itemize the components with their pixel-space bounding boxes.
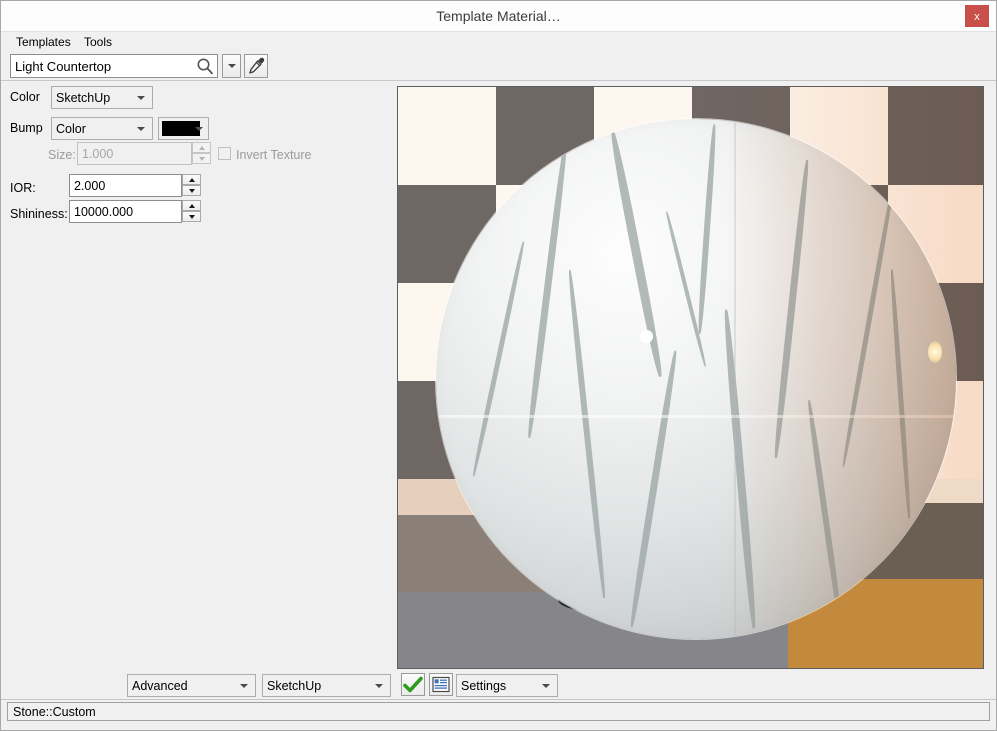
settings-select[interactable]: Settings <box>456 674 558 697</box>
window-title: Template Material… <box>436 8 561 24</box>
spinner-up-button[interactable] <box>192 142 211 153</box>
preview-sphere <box>436 119 956 639</box>
bump-size-input[interactable] <box>77 142 192 165</box>
spinner-up-button[interactable] <box>182 200 201 211</box>
bump-source-select[interactable]: Color <box>51 117 153 140</box>
status-text: Stone::Custom <box>7 702 990 721</box>
invert-texture-checkbox[interactable] <box>218 147 231 160</box>
bump-color-swatch-button[interactable] <box>158 117 209 140</box>
spinner-down-button[interactable] <box>182 211 201 222</box>
spinner-down-button[interactable] <box>182 185 201 196</box>
chevron-down-icon <box>195 126 203 131</box>
list-details-icon <box>432 676 450 693</box>
sphere-rim-shading <box>436 119 956 639</box>
menu-item-tools[interactable]: Tools <box>79 34 117 51</box>
material-parameters-panel: Color SketchUp Bump Color Size: Invert T <box>1 82 395 665</box>
status-bar: Stone::Custom <box>1 700 996 730</box>
rim-specular-highlight <box>928 341 942 363</box>
eyedropper-icon <box>249 57 265 74</box>
material-preview-render[interactable] <box>397 86 984 669</box>
details-list-button[interactable] <box>429 673 453 696</box>
ior-spinner[interactable] <box>182 174 201 197</box>
specular-highlight <box>640 330 653 343</box>
invert-texture-label: Invert Texture <box>236 148 312 162</box>
template-material-window: Template Material… x Templates Tools Lig… <box>0 0 997 731</box>
template-search-box <box>10 54 218 78</box>
bump-label: Bump <box>10 121 43 135</box>
bottom-toolbar: Advanced SketchUp Settings <box>1 669 996 700</box>
size-label: Size: <box>48 148 76 162</box>
eyedropper-button[interactable] <box>244 54 268 78</box>
shininess-input[interactable] <box>69 200 182 223</box>
title-bar: Template Material… x <box>1 1 996 32</box>
mode-select[interactable]: Advanced <box>127 674 256 697</box>
close-button[interactable]: x <box>965 5 989 27</box>
shininess-spinner[interactable] <box>182 200 201 223</box>
spinner-up-button[interactable] <box>182 174 201 185</box>
chevron-down-icon <box>227 64 236 68</box>
bump-size-spinner[interactable] <box>192 142 211 165</box>
preview-scene <box>398 87 983 668</box>
spinner-down-button[interactable] <box>192 153 211 164</box>
engine-select[interactable]: SketchUp <box>262 674 391 697</box>
menu-bar: Templates Tools <box>1 32 996 52</box>
color-label: Color <box>10 90 40 104</box>
template-search-row <box>1 52 996 81</box>
checkmark-icon <box>403 676 423 693</box>
ior-input[interactable] <box>69 174 182 197</box>
search-icon[interactable] <box>196 57 214 75</box>
menu-item-templates[interactable]: Templates <box>11 34 76 51</box>
template-dropdown-button[interactable] <box>222 54 241 78</box>
apply-button[interactable] <box>401 673 425 696</box>
ior-label: IOR: <box>10 181 36 195</box>
shininess-label: Shininess: <box>10 207 68 221</box>
template-search-input[interactable] <box>11 55 195 77</box>
color-source-select[interactable]: SketchUp <box>51 86 153 109</box>
